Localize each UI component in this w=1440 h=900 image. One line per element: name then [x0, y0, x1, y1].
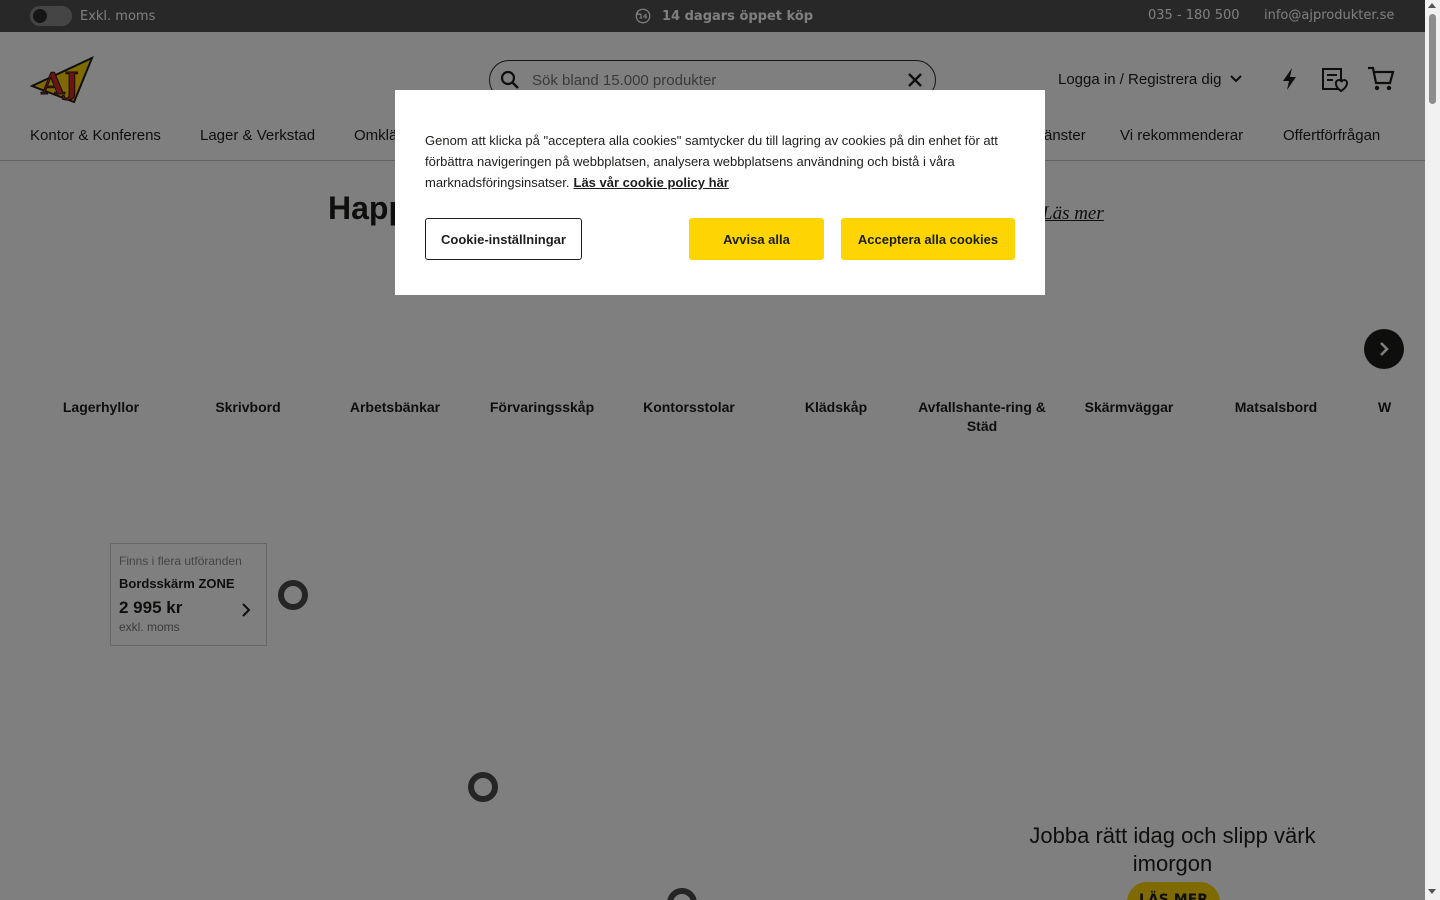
scroll-down-arrow[interactable]	[1428, 889, 1436, 894]
scroll-thumb[interactable]	[1429, 14, 1436, 104]
reject-all-button[interactable]: Avvisa alla	[689, 218, 824, 260]
cookie-policy-link[interactable]: Läs vår cookie policy här	[574, 175, 729, 190]
cookie-settings-button[interactable]: Cookie-inställningar	[425, 218, 582, 260]
page-scrollbar[interactable]	[1425, 0, 1440, 900]
accept-all-cookies-button[interactable]: Acceptera alla cookies	[841, 218, 1015, 260]
scroll-up-arrow[interactable]	[1428, 3, 1436, 8]
cookie-consent-dialog: Genom att klicka på "acceptera alla cook…	[395, 90, 1045, 295]
cookie-text: Genom att klicka på "acceptera alla cook…	[425, 130, 1015, 193]
